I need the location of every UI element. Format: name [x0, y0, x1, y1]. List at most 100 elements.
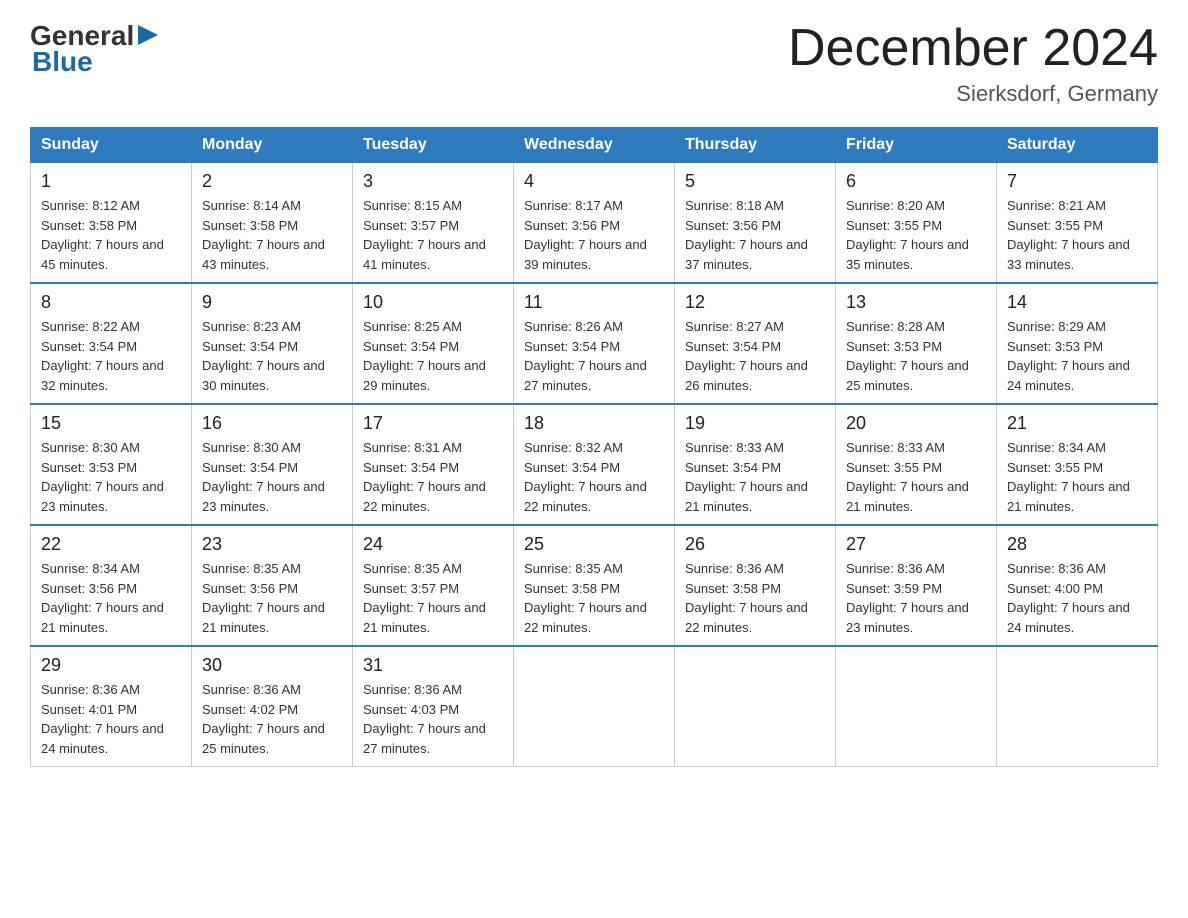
day-cell: 23 Sunrise: 8:35 AMSunset: 3:56 PMDaylig… — [192, 525, 353, 646]
header-cell-saturday: Saturday — [997, 128, 1158, 163]
day-cell: 9 Sunrise: 8:23 AMSunset: 3:54 PMDayligh… — [192, 283, 353, 404]
day-number: 28 — [1007, 534, 1147, 555]
day-info: Sunrise: 8:22 AMSunset: 3:54 PMDaylight:… — [41, 319, 164, 393]
header-cell-monday: Monday — [192, 128, 353, 163]
header-cell-friday: Friday — [836, 128, 997, 163]
day-info: Sunrise: 8:32 AMSunset: 3:54 PMDaylight:… — [524, 440, 647, 514]
day-cell: 26 Sunrise: 8:36 AMSunset: 3:58 PMDaylig… — [675, 525, 836, 646]
day-cell: 12 Sunrise: 8:27 AMSunset: 3:54 PMDaylig… — [675, 283, 836, 404]
day-info: Sunrise: 8:36 AMSunset: 3:58 PMDaylight:… — [685, 561, 808, 635]
day-cell: 10 Sunrise: 8:25 AMSunset: 3:54 PMDaylig… — [353, 283, 514, 404]
day-info: Sunrise: 8:18 AMSunset: 3:56 PMDaylight:… — [685, 198, 808, 272]
header-cell-sunday: Sunday — [31, 128, 192, 163]
day-cell — [514, 646, 675, 767]
day-cell — [836, 646, 997, 767]
day-cell: 8 Sunrise: 8:22 AMSunset: 3:54 PMDayligh… — [31, 283, 192, 404]
day-number: 27 — [846, 534, 986, 555]
day-info: Sunrise: 8:35 AMSunset: 3:57 PMDaylight:… — [363, 561, 486, 635]
day-cell — [675, 646, 836, 767]
week-row-1: 1 Sunrise: 8:12 AMSunset: 3:58 PMDayligh… — [31, 163, 1158, 284]
day-cell: 31 Sunrise: 8:36 AMSunset: 4:03 PMDaylig… — [353, 646, 514, 767]
logo: General Blue — [30, 20, 164, 78]
logo-arrow-icon — [136, 21, 164, 49]
day-number: 31 — [363, 655, 503, 676]
header-cell-tuesday: Tuesday — [353, 128, 514, 163]
day-info: Sunrise: 8:25 AMSunset: 3:54 PMDaylight:… — [363, 319, 486, 393]
day-cell: 5 Sunrise: 8:18 AMSunset: 3:56 PMDayligh… — [675, 163, 836, 284]
day-number: 6 — [846, 171, 986, 192]
day-number: 23 — [202, 534, 342, 555]
day-info: Sunrise: 8:27 AMSunset: 3:54 PMDaylight:… — [685, 319, 808, 393]
day-info: Sunrise: 8:21 AMSunset: 3:55 PMDaylight:… — [1007, 198, 1130, 272]
day-number: 15 — [41, 413, 181, 434]
day-cell: 3 Sunrise: 8:15 AMSunset: 3:57 PMDayligh… — [353, 163, 514, 284]
header-cell-thursday: Thursday — [675, 128, 836, 163]
day-info: Sunrise: 8:36 AMSunset: 4:03 PMDaylight:… — [363, 682, 486, 756]
day-info: Sunrise: 8:12 AMSunset: 3:58 PMDaylight:… — [41, 198, 164, 272]
calendar-header-row: SundayMondayTuesdayWednesdayThursdayFrid… — [31, 128, 1158, 163]
day-info: Sunrise: 8:23 AMSunset: 3:54 PMDaylight:… — [202, 319, 325, 393]
day-info: Sunrise: 8:20 AMSunset: 3:55 PMDaylight:… — [846, 198, 969, 272]
day-info: Sunrise: 8:14 AMSunset: 3:58 PMDaylight:… — [202, 198, 325, 272]
day-cell: 29 Sunrise: 8:36 AMSunset: 4:01 PMDaylig… — [31, 646, 192, 767]
day-info: Sunrise: 8:29 AMSunset: 3:53 PMDaylight:… — [1007, 319, 1130, 393]
header-cell-wednesday: Wednesday — [514, 128, 675, 163]
day-number: 19 — [685, 413, 825, 434]
day-number: 12 — [685, 292, 825, 313]
day-info: Sunrise: 8:17 AMSunset: 3:56 PMDaylight:… — [524, 198, 647, 272]
day-info: Sunrise: 8:36 AMSunset: 3:59 PMDaylight:… — [846, 561, 969, 635]
day-cell: 27 Sunrise: 8:36 AMSunset: 3:59 PMDaylig… — [836, 525, 997, 646]
day-cell: 21 Sunrise: 8:34 AMSunset: 3:55 PMDaylig… — [997, 404, 1158, 525]
day-number: 11 — [524, 292, 664, 313]
day-number: 26 — [685, 534, 825, 555]
day-cell: 1 Sunrise: 8:12 AMSunset: 3:58 PMDayligh… — [31, 163, 192, 284]
day-cell: 17 Sunrise: 8:31 AMSunset: 3:54 PMDaylig… — [353, 404, 514, 525]
day-number: 20 — [846, 413, 986, 434]
day-number: 21 — [1007, 413, 1147, 434]
day-info: Sunrise: 8:33 AMSunset: 3:54 PMDaylight:… — [685, 440, 808, 514]
day-cell: 24 Sunrise: 8:35 AMSunset: 3:57 PMDaylig… — [353, 525, 514, 646]
day-cell: 22 Sunrise: 8:34 AMSunset: 3:56 PMDaylig… — [31, 525, 192, 646]
day-info: Sunrise: 8:35 AMSunset: 3:58 PMDaylight:… — [524, 561, 647, 635]
day-number: 25 — [524, 534, 664, 555]
day-cell: 20 Sunrise: 8:33 AMSunset: 3:55 PMDaylig… — [836, 404, 997, 525]
day-cell: 4 Sunrise: 8:17 AMSunset: 3:56 PMDayligh… — [514, 163, 675, 284]
day-number: 4 — [524, 171, 664, 192]
title-area: December 2024 Sierksdorf, Germany — [788, 20, 1158, 107]
day-info: Sunrise: 8:34 AMSunset: 3:56 PMDaylight:… — [41, 561, 164, 635]
week-row-5: 29 Sunrise: 8:36 AMSunset: 4:01 PMDaylig… — [31, 646, 1158, 767]
day-number: 22 — [41, 534, 181, 555]
day-info: Sunrise: 8:35 AMSunset: 3:56 PMDaylight:… — [202, 561, 325, 635]
day-number: 13 — [846, 292, 986, 313]
day-info: Sunrise: 8:31 AMSunset: 3:54 PMDaylight:… — [363, 440, 486, 514]
day-number: 7 — [1007, 171, 1147, 192]
day-cell: 14 Sunrise: 8:29 AMSunset: 3:53 PMDaylig… — [997, 283, 1158, 404]
day-info: Sunrise: 8:28 AMSunset: 3:53 PMDaylight:… — [846, 319, 969, 393]
calendar-table: SundayMondayTuesdayWednesdayThursdayFrid… — [30, 127, 1158, 767]
day-number: 16 — [202, 413, 342, 434]
day-info: Sunrise: 8:36 AMSunset: 4:00 PMDaylight:… — [1007, 561, 1130, 635]
day-number: 24 — [363, 534, 503, 555]
day-cell: 28 Sunrise: 8:36 AMSunset: 4:00 PMDaylig… — [997, 525, 1158, 646]
page-header: General Blue December 2024 Sierksdorf, G… — [30, 20, 1158, 107]
day-number: 29 — [41, 655, 181, 676]
day-cell: 7 Sunrise: 8:21 AMSunset: 3:55 PMDayligh… — [997, 163, 1158, 284]
week-row-2: 8 Sunrise: 8:22 AMSunset: 3:54 PMDayligh… — [31, 283, 1158, 404]
logo-blue-text: Blue — [32, 46, 164, 78]
day-number: 3 — [363, 171, 503, 192]
day-info: Sunrise: 8:30 AMSunset: 3:54 PMDaylight:… — [202, 440, 325, 514]
day-number: 9 — [202, 292, 342, 313]
day-number: 8 — [41, 292, 181, 313]
day-cell: 18 Sunrise: 8:32 AMSunset: 3:54 PMDaylig… — [514, 404, 675, 525]
day-info: Sunrise: 8:36 AMSunset: 4:02 PMDaylight:… — [202, 682, 325, 756]
day-info: Sunrise: 8:34 AMSunset: 3:55 PMDaylight:… — [1007, 440, 1130, 514]
day-number: 17 — [363, 413, 503, 434]
day-info: Sunrise: 8:26 AMSunset: 3:54 PMDaylight:… — [524, 319, 647, 393]
day-cell: 25 Sunrise: 8:35 AMSunset: 3:58 PMDaylig… — [514, 525, 675, 646]
day-cell: 19 Sunrise: 8:33 AMSunset: 3:54 PMDaylig… — [675, 404, 836, 525]
day-cell: 15 Sunrise: 8:30 AMSunset: 3:53 PMDaylig… — [31, 404, 192, 525]
week-row-4: 22 Sunrise: 8:34 AMSunset: 3:56 PMDaylig… — [31, 525, 1158, 646]
day-number: 14 — [1007, 292, 1147, 313]
day-cell — [997, 646, 1158, 767]
day-number: 2 — [202, 171, 342, 192]
